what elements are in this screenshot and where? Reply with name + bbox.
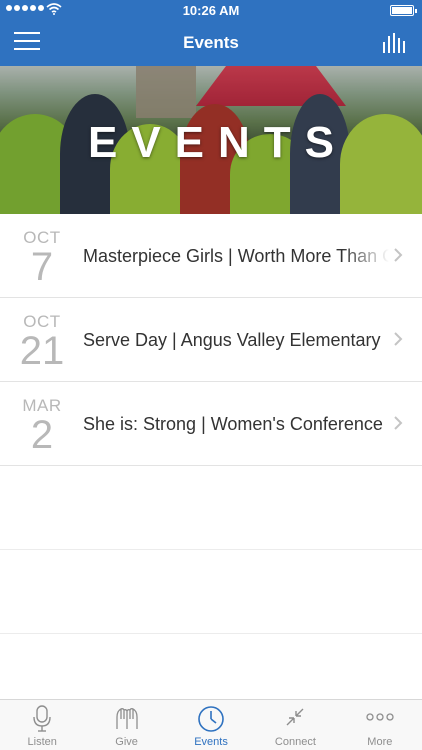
event-name: Serve Day | Angus Valley Elementary	[83, 330, 381, 350]
event-date: OCT 7	[18, 228, 66, 289]
event-row[interactable]: OCT 7 Masterpiece Girls | Worth More Tha…	[0, 214, 422, 298]
navigation-bar: Events	[0, 20, 422, 66]
tab-give[interactable]: Give	[84, 700, 168, 750]
event-row[interactable]: MAR 2 She is: Strong | Women's Conferenc…	[0, 382, 422, 466]
events-list: OCT 7 Masterpiece Girls | Worth More Tha…	[0, 214, 422, 718]
hero-title: EVENTS	[87, 118, 349, 167]
tab-bar: Listen Give Events Connect More	[0, 699, 422, 750]
event-name: Masterpiece Girls | Worth More Than Gold	[83, 246, 389, 266]
event-row[interactable]: OCT 21 Serve Day | Angus Valley Elementa…	[0, 298, 422, 382]
event-day: 21	[19, 329, 65, 373]
chevron-right-icon	[394, 248, 403, 262]
status-time: 10:26 AM	[182, 3, 240, 18]
page-title: Events	[183, 33, 239, 52]
event-date: OCT 21	[18, 312, 66, 373]
event-day: 2	[30, 413, 54, 457]
clock-icon	[198, 706, 224, 732]
tab-label: More	[367, 736, 393, 748]
status-bar: 10:26 AM	[0, 0, 422, 20]
tab-listen[interactable]: Listen	[0, 700, 84, 750]
tab-more[interactable]: More	[338, 700, 422, 750]
tab-events[interactable]: Events	[169, 700, 253, 750]
chevron-right-icon	[394, 416, 403, 430]
tab-connect[interactable]: Connect	[253, 700, 337, 750]
tab-label: Give	[115, 736, 138, 748]
chevron-right-icon	[394, 332, 403, 346]
empty-list-row	[0, 550, 422, 634]
arrows-inward-icon	[286, 708, 304, 726]
event-name: She is: Strong | Women's Conference	[83, 414, 383, 434]
tab-label: Events	[194, 736, 228, 748]
event-day: 7	[30, 245, 54, 289]
battery-icon	[390, 5, 417, 16]
hands-icon	[115, 707, 138, 729]
tab-label: Listen	[27, 736, 57, 748]
empty-list-row	[0, 466, 422, 550]
hero-banner: EVENTS	[0, 66, 422, 214]
tab-label: Connect	[274, 736, 316, 748]
dots-icon	[366, 713, 394, 721]
event-date: MAR 2	[18, 396, 66, 457]
microphone-icon	[33, 705, 51, 732]
audio-bars-icon[interactable]	[382, 32, 408, 54]
